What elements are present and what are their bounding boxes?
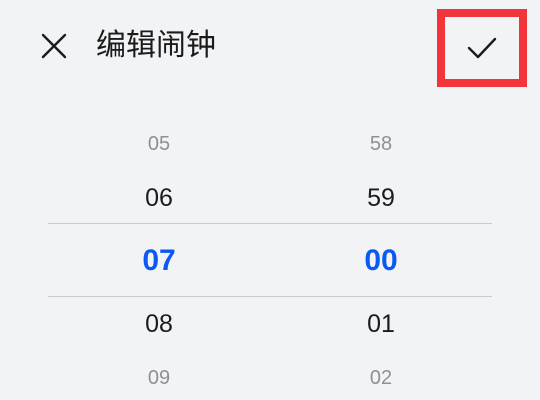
hour-option[interactable]: 08 <box>99 307 219 341</box>
hour-option[interactable]: 06 <box>99 181 219 215</box>
close-button[interactable] <box>36 28 72 64</box>
minute-option[interactable]: 02 <box>321 363 441 393</box>
time-picker: 05 06 07 08 09 58 59 00 01 02 <box>0 110 540 400</box>
minute-option[interactable]: 59 <box>321 181 441 215</box>
selected-minute[interactable]: 00 <box>321 241 441 281</box>
hour-option[interactable]: 09 <box>99 363 219 393</box>
minute-wheel[interactable]: 58 59 00 01 02 <box>321 110 441 400</box>
checkmark-icon <box>467 37 497 59</box>
hour-wheel[interactable]: 05 06 07 08 09 <box>99 110 219 400</box>
selected-hour[interactable]: 07 <box>99 241 219 281</box>
hour-option[interactable]: 05 <box>99 129 219 159</box>
minute-option[interactable]: 58 <box>321 129 441 159</box>
confirm-button[interactable] <box>437 9 527 87</box>
app-header: 编辑闹钟 <box>0 0 540 92</box>
page-title: 编辑闹钟 <box>96 28 216 63</box>
close-icon <box>41 33 67 59</box>
minute-option[interactable]: 01 <box>321 307 441 341</box>
